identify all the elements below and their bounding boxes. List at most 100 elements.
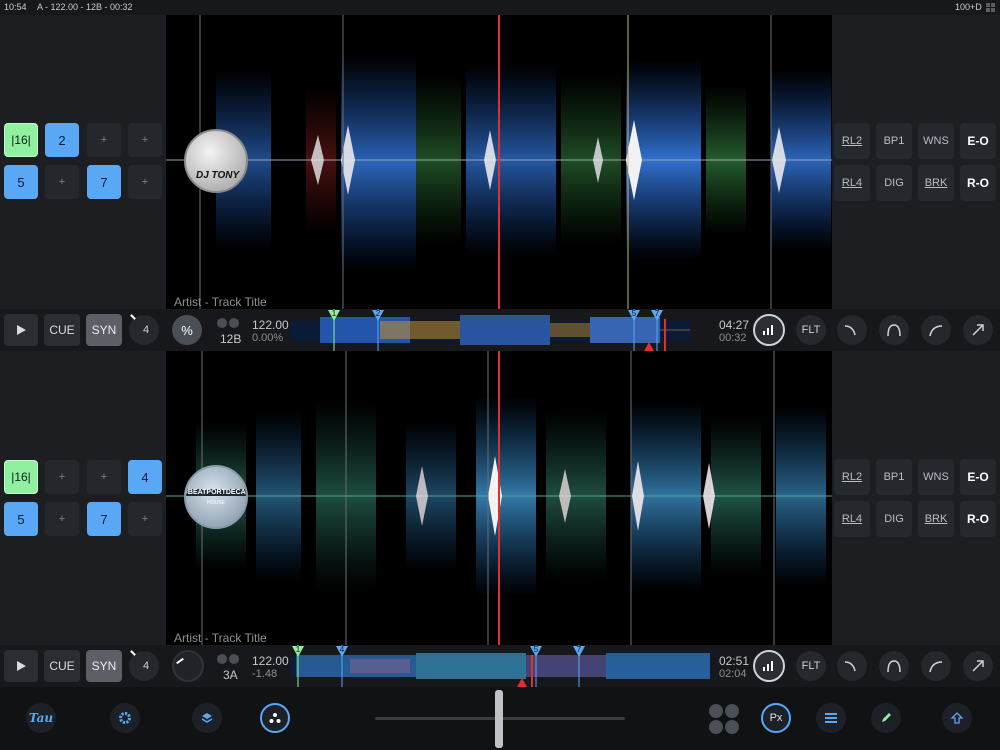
deck-a-pad-3[interactable]: + <box>87 123 121 157</box>
deck-b-cue-marker-1[interactable]: 1 <box>292 645 304 659</box>
deck-a-fx-brk[interactable]: BRK <box>918 165 954 201</box>
deck-a-filter-button[interactable]: FLT <box>796 315 826 345</box>
deck-a-pad-7[interactable]: 7 <box>87 165 121 199</box>
deck-b-cue-marker-4[interactable]: 4 <box>336 645 348 659</box>
app-logo: Tau <box>28 711 54 725</box>
deck-a-album-art-text: DJ TONY <box>196 170 240 181</box>
deck-a-loop-knob[interactable]: 4 <box>129 314 159 345</box>
deck-b-transport-bar: CUE SYN 4 3A 122.00 -1.48 1 4 5 7 02:51 … <box>0 645 1000 687</box>
app-logo-button[interactable]: Tau <box>26 703 56 733</box>
deck-a-pad-2[interactable]: 2 <box>45 123 79 157</box>
deck-a-fx-rl2[interactable]: RL2 <box>834 123 870 159</box>
deck-b-fx-wns[interactable]: WNS <box>918 459 954 495</box>
play-icon <box>17 661 26 671</box>
deck-b-pad-4[interactable]: 4 <box>128 460 162 494</box>
deck-b-waveform[interactable]: #BEATPORTDECADE HOUSE Artist - Track Tit… <box>166 351 832 645</box>
deck-a-loop-size: 4 <box>142 324 150 336</box>
deck-a-fx-wns[interactable]: WNS <box>918 123 954 159</box>
deck-a-pad-6[interactable]: + <box>45 165 79 199</box>
deck-a-waveform[interactable]: DJ TONY Artist - Track Title <box>166 15 832 309</box>
deck-b-fx-brk[interactable]: BRK <box>918 501 954 537</box>
deck-a-pad-4[interactable]: + <box>128 123 162 157</box>
deck-b-pitch-value: -1.48 <box>252 668 278 680</box>
deck-b-pad-3[interactable]: + <box>87 460 121 494</box>
deck-a-eq-high-cut[interactable] <box>921 315 951 345</box>
deck-a-key: 12B <box>220 332 242 346</box>
pads-grid-button[interactable] <box>708 703 740 735</box>
layers-button[interactable] <box>192 703 222 733</box>
deck-a-pad-1[interactable]: |16| <box>4 123 38 157</box>
deck-b-cue-marker-5[interactable]: 5 <box>530 645 542 659</box>
deck-b-loop-knob[interactable]: 4 <box>129 650 159 681</box>
deck-b-pad-2[interactable]: + <box>45 460 79 494</box>
deck-b-pad-6[interactable]: + <box>45 502 79 536</box>
deck-a-fx-bp1[interactable]: BP1 <box>876 123 912 159</box>
curve-band-icon <box>887 660 901 673</box>
deck-b-album-art[interactable]: #BEATPORTDECADE HOUSE <box>184 465 248 529</box>
deck-a-cue-marker-1[interactable]: 1 <box>328 309 340 323</box>
deck-a-bpm: 122.00 <box>252 318 289 332</box>
deck-a-key-indicator <box>217 318 241 328</box>
curve-high-icon <box>929 325 943 337</box>
deck-b-expand-button[interactable] <box>963 651 993 681</box>
deck-b-fx-e-o[interactable]: E-O <box>960 459 996 495</box>
deck-a-fx-r-o[interactable]: R-O <box>960 165 996 201</box>
list-button[interactable] <box>816 703 846 733</box>
deck-a-pitch-button[interactable]: % <box>172 315 202 345</box>
deck-b-play-button[interactable] <box>4 650 38 682</box>
deck-b-eq-low-cut[interactable] <box>837 651 867 681</box>
deck-b-filter-button[interactable]: FLT <box>796 651 826 681</box>
deck-a-gain-knob[interactable] <box>753 314 785 346</box>
upload-button[interactable] <box>942 703 972 733</box>
deck-b-eq-high-cut[interactable] <box>921 651 951 681</box>
deck-a-cue-marker-7[interactable]: 7 <box>651 309 663 323</box>
deck-a-eq-low-cut[interactable] <box>837 315 867 345</box>
deck-b-pad-panel: |16| + + 4 5 + 7 + <box>0 351 166 645</box>
deck-info: A - 122.00 - 12B - 00:32 <box>37 2 133 12</box>
deck-a-expand-button[interactable] <box>963 315 993 345</box>
samples-button[interactable] <box>260 703 290 733</box>
deck-b-sync-button[interactable]: SYN <box>86 650 122 682</box>
signal-bars-icon <box>763 325 773 335</box>
deck-a-cue-marker-2[interactable]: 2 <box>372 309 384 323</box>
deck-b-cue-button[interactable]: CUE <box>44 650 80 682</box>
deck-a-album-art[interactable]: DJ TONY <box>184 129 248 193</box>
deck-b-cue-marker-7[interactable]: 7 <box>573 645 585 659</box>
deck-a-fx-rl4[interactable]: RL4 <box>834 165 870 201</box>
deck-b-fx-r-o[interactable]: R-O <box>960 501 996 537</box>
deck-b-gain-knob[interactable] <box>753 650 785 682</box>
deck-a-time-total: 04:27 <box>719 318 750 332</box>
deck-a-transport-bar: CUE SYN 4 % 12B 122.00 0.00% 1 2 5 7 04:… <box>0 309 1000 351</box>
deck-a-track-title: Artist - Track Title <box>174 295 267 309</box>
deck-b-pad-7[interactable]: 7 <box>87 502 121 536</box>
deck-b-overview-waveform[interactable]: 1 4 5 7 <box>290 645 710 687</box>
deck-b-pad-1[interactable]: |16| <box>4 460 38 494</box>
deck-b-key: 3A <box>223 668 238 682</box>
deck-b-fx-rl2[interactable]: RL2 <box>834 459 870 495</box>
crossfader-handle[interactable] <box>495 690 503 748</box>
battery-level: 100+D <box>955 2 982 12</box>
deck-a-fx-e-o[interactable]: E-O <box>960 123 996 159</box>
deck-b-eq-band[interactable] <box>879 651 909 681</box>
edit-button[interactable] <box>871 703 901 733</box>
settings-button[interactable] <box>110 703 140 733</box>
deck-a-pad-8[interactable]: + <box>128 165 162 199</box>
deck-b-time-total: 02:51 <box>719 654 750 668</box>
deck-b-fx-dig[interactable]: DIG <box>876 501 912 537</box>
deck-b-fx-rl4[interactable]: RL4 <box>834 501 870 537</box>
deck-a-play-button[interactable] <box>4 314 38 346</box>
deck-a-cue-marker-5[interactable]: 5 <box>628 309 640 323</box>
deck-b-pitch-knob[interactable] <box>172 650 204 682</box>
deck-a-fx-dig[interactable]: DIG <box>876 165 912 201</box>
deck-a-pitch-value: 0.00% <box>252 332 284 344</box>
deck-b-fx-bp1[interactable]: BP1 <box>876 459 912 495</box>
deck-a-sync-button[interactable]: SYN <box>86 314 122 346</box>
deck-b-pad-5[interactable]: 5 <box>4 502 38 536</box>
deck-a-pad-5[interactable]: 5 <box>4 165 38 199</box>
px-button[interactable]: Px <box>761 703 791 733</box>
deck-a-cue-button[interactable]: CUE <box>44 314 80 346</box>
deck-a-overview-waveform[interactable]: 1 2 5 7 <box>290 309 710 351</box>
deck-a-eq-band[interactable] <box>879 315 909 345</box>
knob-indicator <box>130 650 136 656</box>
deck-b-pad-8[interactable]: + <box>128 502 162 536</box>
